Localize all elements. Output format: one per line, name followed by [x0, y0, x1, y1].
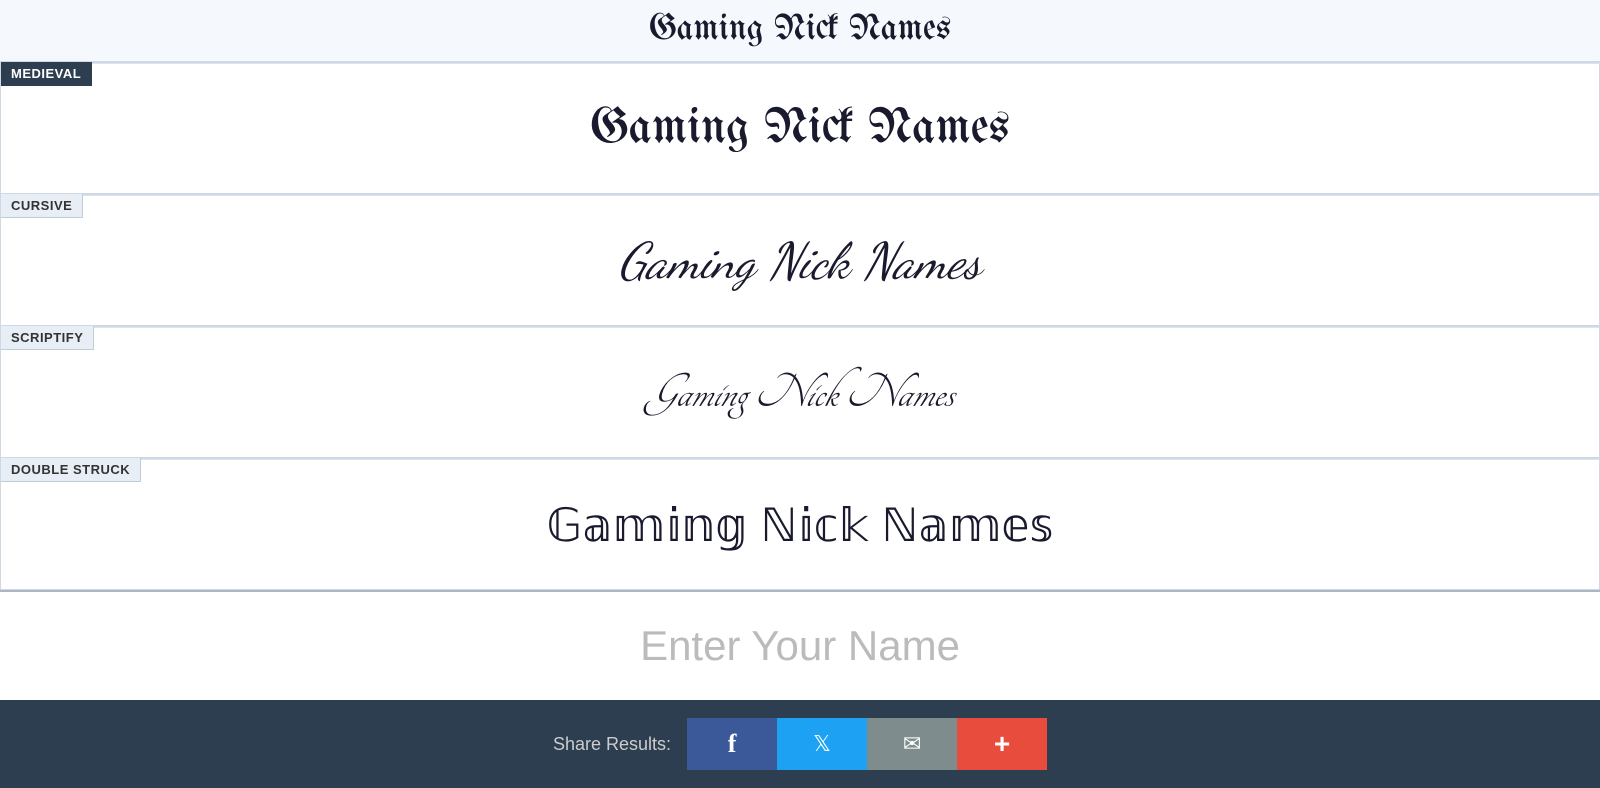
twitter-icon: 𝕏 — [813, 731, 831, 757]
share-more-button[interactable]: + — [957, 718, 1047, 770]
page-wrapper: Gaming Nick Names MEDIEVAL Gaming Nick Na… — [0, 0, 1600, 788]
more-icon: + — [994, 728, 1010, 760]
font-label-double-struck: DOUBLE STRUCK — [1, 458, 141, 482]
facebook-icon: f — [728, 729, 737, 759]
top-font-display: Gaming Nick Names — [649, 12, 951, 49]
font-display-double-struck: 𝔾𝕒𝕞𝕚𝕟𝕘 ℕ𝕚𝕔𝕜 ℕ𝕒𝕞𝕖𝕤 — [546, 498, 1053, 552]
email-icon: ✉ — [903, 731, 921, 757]
font-section-cursive: CURSIVE Gaming Nick Names — [0, 194, 1600, 326]
share-label: Share Results: — [553, 734, 671, 755]
share-email-button[interactable]: ✉ — [867, 718, 957, 770]
input-bar — [0, 590, 1600, 700]
font-display-scriptify: Gaming Nick Names — [646, 367, 954, 419]
font-display-medieval: Gaming Nick Names — [590, 103, 1010, 155]
font-sections-container: MEDIEVAL Gaming Nick Names CURSIVE Gaming N… — [0, 62, 1600, 590]
font-section-medieval: MEDIEVAL Gaming Nick Names — [0, 62, 1600, 194]
share-twitter-button[interactable]: 𝕏 — [777, 718, 867, 770]
font-label-cursive: CURSIVE — [1, 194, 83, 218]
share-buttons: f 𝕏 ✉ + — [687, 718, 1047, 770]
share-bar: Share Results: f 𝕏 ✉ + — [0, 700, 1600, 788]
font-section-scriptify: SCRIPTIFY Gaming Nick Names — [0, 326, 1600, 458]
share-facebook-button[interactable]: f — [687, 718, 777, 770]
top-section: Gaming Nick Names — [0, 0, 1600, 62]
name-input[interactable] — [20, 612, 1580, 680]
font-label-medieval: MEDIEVAL — [1, 62, 92, 86]
font-display-cursive: Gaming Nick Names — [619, 231, 982, 291]
font-section-double-struck: DOUBLE STRUCK 𝔾𝕒𝕞𝕚𝕟𝕘 ℕ𝕚𝕔𝕜 ℕ𝕒𝕞𝕖𝕤 — [0, 458, 1600, 590]
font-label-scriptify: SCRIPTIFY — [1, 326, 94, 350]
